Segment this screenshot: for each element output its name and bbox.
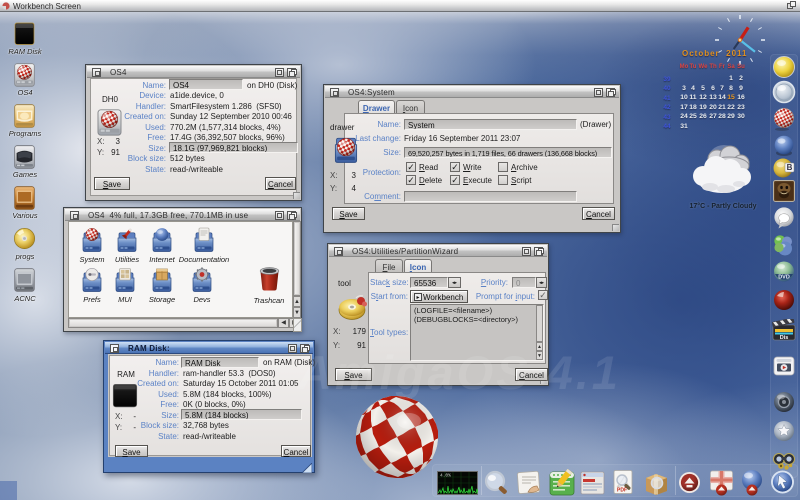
svg-text:Dis: Dis bbox=[780, 335, 789, 341]
svg-text:4.0%: 4.0% bbox=[440, 473, 451, 479]
svg-text:PDF: PDF bbox=[617, 488, 627, 494]
svg-text:B: B bbox=[787, 163, 793, 172]
svg-text:DVD: DVD bbox=[778, 275, 790, 281]
